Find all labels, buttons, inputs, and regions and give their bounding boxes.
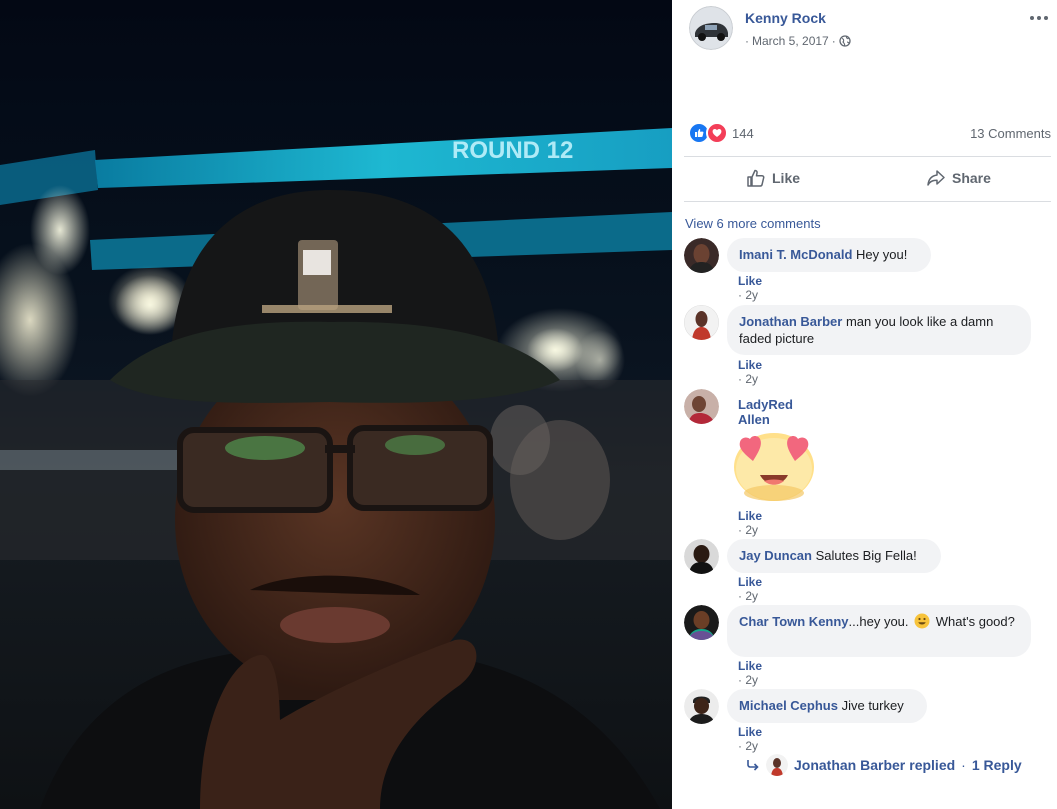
comment-text: Hey you! xyxy=(856,247,908,262)
reply-count: 1 Reply xyxy=(971,757,1022,773)
more-horizontal-icon xyxy=(1030,16,1048,20)
comment-text: Jive turkey xyxy=(841,698,904,713)
comment-meta: Like · 2y xyxy=(738,659,762,687)
meta-separator: · xyxy=(738,523,742,537)
post-date[interactable]: March 5, 2017 xyxy=(752,34,829,48)
author-avatar[interactable] xyxy=(689,6,733,50)
meta-separator: · xyxy=(738,739,742,753)
replier-avatar xyxy=(766,754,788,776)
commenter-name[interactable]: LadyRed Allen xyxy=(738,397,793,427)
comment-like-link[interactable]: Like xyxy=(738,274,762,288)
comment-bubble: Jay Duncan Salutes Big Fella! xyxy=(727,539,941,573)
comment-bubble: Imani T. McDonald Hey you! xyxy=(727,238,931,272)
comment-time[interactable]: 2y xyxy=(745,589,758,603)
smiley-emoji xyxy=(914,613,930,629)
commenter-avatar[interactable] xyxy=(684,238,719,273)
reply-verb: replied xyxy=(909,757,956,773)
view-more-comments-link[interactable]: View 6 more comments xyxy=(685,216,821,231)
comment-like-link[interactable]: Like xyxy=(738,358,762,372)
meta-separator: · xyxy=(738,372,742,386)
post-author-name[interactable]: Kenny Rock xyxy=(745,10,826,26)
comment-time[interactable]: 2y xyxy=(745,739,758,753)
comment-text: What's good? xyxy=(935,614,1015,629)
comment-bubble: Char Town Kenny...hey you. What's good? xyxy=(727,605,1031,657)
commenter-name[interactable]: Char Town Kenny xyxy=(739,614,849,629)
comment-bubble: Jonathan Barber man you look like a damn… xyxy=(727,305,1031,355)
comments-count-link[interactable]: 13 Comments xyxy=(970,126,1051,141)
love-reaction-icon xyxy=(706,122,728,144)
reply-arrow-icon xyxy=(747,760,759,771)
comment-meta: Like · 2y xyxy=(738,509,762,537)
comment-bubble: Michael Cephus Jive turkey xyxy=(727,689,927,723)
comment-meta: Like · 2y xyxy=(738,358,762,386)
like-label: Like xyxy=(772,170,801,186)
divider xyxy=(684,156,1051,157)
comment-meta: Like · 2y xyxy=(738,274,762,302)
commenter-name[interactable]: Imani T. McDonald xyxy=(739,247,852,262)
share-label: Share xyxy=(952,170,991,186)
post-meta: · March 5, 2017 · xyxy=(745,34,851,48)
commenter-avatar[interactable] xyxy=(684,689,719,724)
comment-time[interactable]: 2y xyxy=(745,372,758,386)
meta-separator: · xyxy=(738,288,742,302)
heart-eyes-emoji xyxy=(734,433,814,501)
thumbs-up-icon xyxy=(747,169,765,187)
post-photo[interactable]: ROUND 12 xyxy=(0,0,672,809)
replier-name: Jonathan Barber xyxy=(794,757,906,773)
post-panel: Kenny Rock · March 5, 2017 · 144 13 Comm… xyxy=(672,0,1057,809)
divider xyxy=(684,201,1051,202)
like-button[interactable]: Like xyxy=(746,168,800,188)
reaction-count: 144 xyxy=(732,125,754,141)
comment-time[interactable]: 2y xyxy=(745,523,758,537)
meta-separator: · xyxy=(961,757,966,773)
commenter-name[interactable]: Jonathan Barber xyxy=(739,314,842,329)
meta-separator: · xyxy=(745,34,749,48)
comment-text: Salutes Big Fella! xyxy=(815,548,917,563)
comment-time[interactable]: 2y xyxy=(745,288,758,302)
commenter-avatar[interactable] xyxy=(684,305,719,340)
comment-like-link[interactable]: Like xyxy=(738,509,762,523)
commenter-avatar[interactable] xyxy=(684,605,719,640)
commenter-avatar[interactable] xyxy=(684,539,719,574)
reactions-summary[interactable]: 144 xyxy=(688,122,754,144)
arena-sign-text: ROUND 12 xyxy=(452,137,573,164)
commenter-name[interactable]: Michael Cephus xyxy=(739,698,838,713)
share-icon xyxy=(927,170,945,186)
comment-like-link[interactable]: Like xyxy=(738,575,762,589)
post-header xyxy=(689,6,733,50)
view-replies-link[interactable]: Jonathan Barber replied · 1 Reply xyxy=(746,754,1022,776)
comment-like-link[interactable]: Like xyxy=(738,659,762,673)
commenter-avatar[interactable] xyxy=(684,389,719,424)
share-button[interactable]: Share xyxy=(926,168,991,188)
comment-time[interactable]: 2y xyxy=(745,673,758,687)
globe-icon[interactable] xyxy=(839,35,851,47)
comment-meta: Like · 2y xyxy=(738,575,762,603)
meta-separator: · xyxy=(831,34,836,48)
meta-separator: · xyxy=(738,589,742,603)
more-options-button[interactable] xyxy=(1029,8,1049,24)
comment-meta: Like · 2y xyxy=(738,725,762,753)
comment-text: ...hey you. xyxy=(848,614,909,629)
commenter-name[interactable]: Jay Duncan xyxy=(739,548,812,563)
selfie-image: ROUND 12 xyxy=(0,128,672,809)
meta-separator: · xyxy=(738,673,742,687)
comment-like-link[interactable]: Like xyxy=(738,725,762,739)
